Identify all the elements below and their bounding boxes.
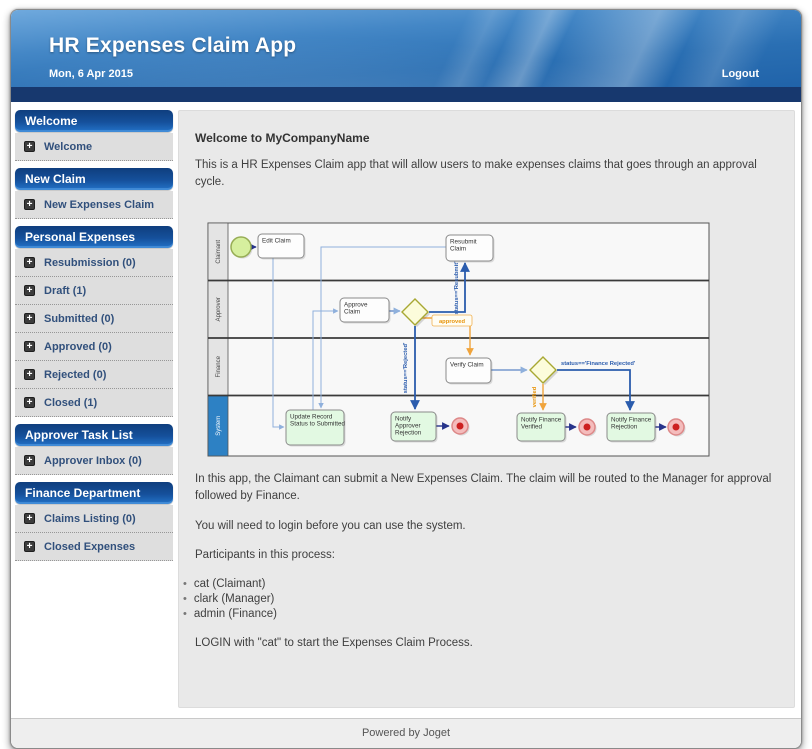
sidebar-item-new-expenses-claim[interactable]: + New Expenses Claim bbox=[15, 191, 173, 219]
node-end3 bbox=[668, 419, 686, 437]
sidebar-section-new-claim: New Claim + New Expenses Claim bbox=[15, 168, 173, 219]
node-end1 bbox=[452, 418, 470, 436]
sidebar-item-rejected-0[interactable]: + Rejected (0) bbox=[15, 361, 173, 389]
sidebar-item-label: Resubmission (0) bbox=[44, 257, 136, 269]
sidebar-item-closed-expenses[interactable]: + Closed Expenses bbox=[15, 533, 173, 561]
plus-box-icon: + bbox=[24, 369, 35, 380]
sidebar-section-header-new-claim: New Claim bbox=[15, 168, 173, 190]
plus-box-icon: + bbox=[24, 199, 35, 210]
sidebar-item-submitted-0[interactable]: + Submitted (0) bbox=[15, 305, 173, 333]
header-date: Mon, 6 Apr 2015 bbox=[49, 68, 133, 80]
powered-by-text: Powered by Joget bbox=[362, 727, 450, 739]
node-notify_finance_rejection: Notify FinanceRejection bbox=[607, 413, 657, 443]
sidebar-item-label: Draft (1) bbox=[44, 285, 86, 297]
svg-text:Approver: Approver bbox=[216, 297, 222, 321]
plus-box-icon: + bbox=[24, 141, 35, 152]
sidebar-item-draft-1[interactable]: + Draft (1) bbox=[15, 277, 173, 305]
node-resubmit: ResubmitClaim bbox=[446, 235, 495, 263]
edge-label-approved: approved bbox=[439, 319, 466, 325]
sidebar-item-label: Welcome bbox=[44, 141, 92, 153]
svg-text:Finance: Finance bbox=[216, 356, 222, 378]
routing-paragraph: In this app, the Claimant can submit a N… bbox=[195, 471, 778, 504]
sidebar-item-label: New Expenses Claim bbox=[44, 199, 154, 211]
sidebar-section-header-approver-task-list: Approver Task List bbox=[15, 424, 173, 446]
participant-clark-manager: clark (Manager) bbox=[183, 592, 778, 607]
participant-admin-finance: admin (Finance) bbox=[183, 607, 778, 622]
sidebar-item-approved-0[interactable]: + Approved (0) bbox=[15, 333, 173, 361]
edge-label-verified: verified bbox=[532, 387, 538, 408]
app-window: HR Expenses Claim App Mon, 6 Apr 2015 Lo… bbox=[10, 9, 802, 749]
plus-box-icon: + bbox=[24, 397, 35, 408]
edge-label-resubmit_condition: status=='Resubmit' bbox=[454, 261, 460, 315]
node-approve: ApproveClaim bbox=[340, 298, 391, 324]
plus-box-icon: + bbox=[24, 541, 35, 552]
sidebar-section-finance-department: Finance Department + Claims Listing (0) + Cl… bbox=[15, 482, 173, 561]
sidebar-item-approver-inbox-0[interactable]: + Approver Inbox (0) bbox=[15, 447, 173, 475]
plus-box-icon: + bbox=[24, 455, 35, 466]
participants-paragraph: Participants in this process: bbox=[195, 547, 778, 564]
app-header: HR Expenses Claim App Mon, 6 Apr 2015 Lo… bbox=[11, 10, 801, 102]
edge-label-rejected_condition: status=='Rejected' bbox=[403, 342, 409, 393]
svg-text:Edit Claim: Edit Claim bbox=[262, 238, 291, 245]
node-end2 bbox=[579, 419, 597, 437]
start-paragraph: LOGIN with "cat" to start the Expenses C… bbox=[195, 635, 778, 652]
page-body: Welcome + Welcome New Claim + New Expenses Cl… bbox=[11, 102, 801, 718]
sidebar-item-closed-1[interactable]: + Closed (1) bbox=[15, 389, 173, 417]
sidebar-section-header-personal-expenses: Personal Expenses bbox=[15, 226, 173, 248]
node-update: Update RecordStatus to Submitted bbox=[286, 410, 346, 447]
svg-text:Claimant: Claimant bbox=[216, 240, 222, 264]
sidebar-section-header-welcome: Welcome bbox=[15, 110, 173, 132]
participants-list: cat (Claimant)clark (Manager)admin (Fina… bbox=[183, 577, 778, 622]
sidebar-section-approver-task-list: Approver Task List + Approver Inbox (0) bbox=[15, 424, 173, 475]
plus-box-icon: + bbox=[24, 285, 35, 296]
node-notify_finance_verified: Notify FinanceVerified bbox=[517, 413, 567, 443]
svg-text:Verify Claim: Verify Claim bbox=[450, 362, 484, 369]
sidebar-item-resubmission-0[interactable]: + Resubmission (0) bbox=[15, 249, 173, 277]
header-navy-strip bbox=[11, 87, 801, 102]
plus-box-icon: + bbox=[24, 257, 35, 268]
sidebar-item-label: Submitted (0) bbox=[44, 313, 114, 325]
sidebar-section-header-finance-department: Finance Department bbox=[15, 482, 173, 504]
plus-box-icon: + bbox=[24, 513, 35, 524]
sidebar-item-label: Approved (0) bbox=[44, 341, 112, 353]
node-notify_approver_rejection: NotifyApproverRejection bbox=[391, 412, 438, 443]
welcome-heading: Welcome to MyCompanyName bbox=[195, 131, 778, 145]
plus-box-icon: + bbox=[24, 341, 35, 352]
sidebar-nav: Welcome + Welcome New Claim + New Expenses Cl… bbox=[15, 110, 173, 708]
sidebar-item-label: Approver Inbox (0) bbox=[44, 455, 142, 467]
edge-label-finance_rejected_condition: status=='Finance Rejected' bbox=[561, 361, 636, 367]
content-panel: Welcome to MyCompanyName This is a HR Ex… bbox=[178, 110, 795, 708]
sidebar-item-claims-listing-0[interactable]: + Claims Listing (0) bbox=[15, 505, 173, 533]
node-verify: Verify Claim bbox=[446, 358, 493, 385]
sidebar-item-label: Claims Listing (0) bbox=[44, 513, 136, 525]
sidebar-section-welcome: Welcome + Welcome bbox=[15, 110, 173, 161]
login-paragraph: You will need to login before you can us… bbox=[195, 518, 778, 535]
app-footer: Powered by Joget bbox=[11, 718, 801, 748]
logout-link[interactable]: Logout bbox=[722, 68, 759, 80]
plus-box-icon: + bbox=[24, 313, 35, 324]
app-title: HR Expenses Claim App bbox=[49, 34, 296, 58]
node-start bbox=[231, 237, 253, 259]
sidebar-item-welcome[interactable]: + Welcome bbox=[15, 133, 173, 161]
process-diagram-image: Claimant Approver Finance System status=='Re… bbox=[193, 203, 711, 458]
intro-paragraph: This is a HR Expenses Claim app that wil… bbox=[195, 157, 778, 190]
sidebar-item-label: Closed Expenses bbox=[44, 541, 135, 553]
sidebar-item-label: Rejected (0) bbox=[44, 369, 106, 381]
sidebar-item-label: Closed (1) bbox=[44, 397, 97, 409]
svg-text:System: System bbox=[216, 416, 222, 436]
sidebar-section-personal-expenses: Personal Expenses + Resubmission (0) + Draft… bbox=[15, 226, 173, 417]
participant-cat-claimant: cat (Claimant) bbox=[183, 577, 778, 592]
node-edit: Edit Claim bbox=[258, 234, 306, 260]
